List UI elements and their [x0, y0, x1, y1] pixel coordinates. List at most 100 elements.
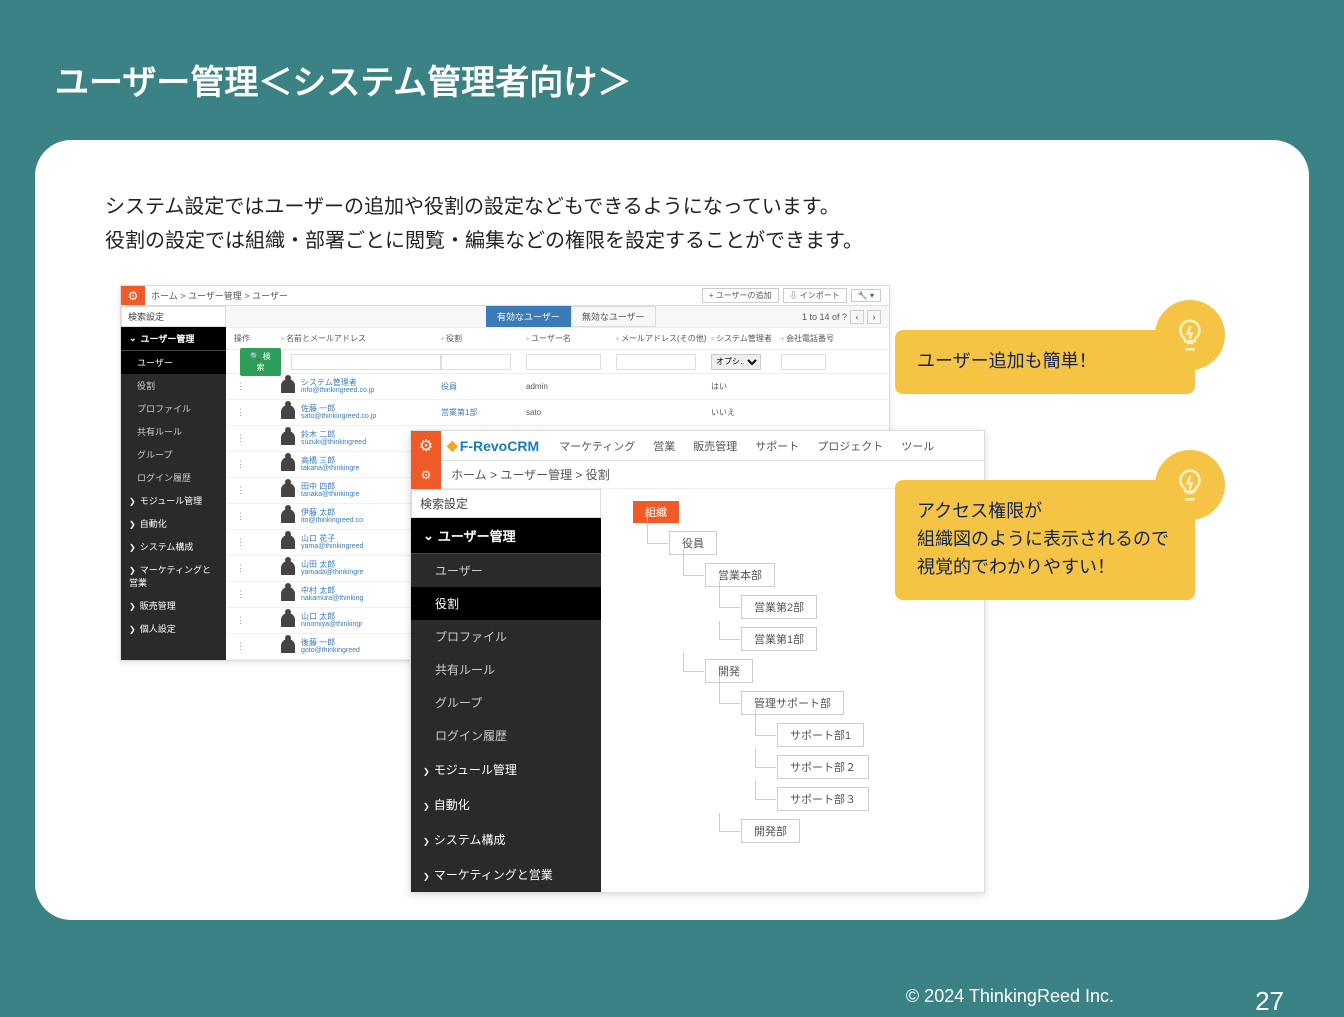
row-handle[interactable]: ⋮ — [226, 589, 281, 600]
nav-item[interactable]: プロジェクト — [817, 438, 883, 454]
add-user-button[interactable]: + ユーザーの追加 — [702, 288, 779, 303]
nav-item[interactable]: サポート — [755, 438, 799, 454]
user-name: 山口 花子 — [301, 535, 363, 543]
sidebar-item[interactable]: ログイン履歴 — [411, 719, 601, 752]
tools-button[interactable]: 🔧 ▾ — [851, 289, 881, 302]
col-name[interactable]: ◦ 名前とメールアドレス — [281, 333, 441, 344]
user-name: システム管理者 — [301, 379, 374, 387]
sidebar-section[interactable]: 自動化 — [411, 787, 601, 822]
gear-icon[interactable]: ⚙ — [411, 461, 441, 489]
sidebar-section[interactable]: システム構成 — [411, 822, 601, 857]
row-handle[interactable]: ⋮ — [226, 433, 281, 444]
sidebar-section[interactable]: マーケティングと営業 — [411, 857, 601, 892]
sidebar-item[interactable]: プロファイル — [121, 397, 226, 420]
lightbulb-icon — [1155, 300, 1225, 370]
tree-node[interactable]: 開発部 — [741, 819, 800, 843]
gear-icon[interactable]: ⚙ — [411, 431, 441, 461]
user-icon — [281, 405, 295, 419]
user-icon — [281, 587, 295, 601]
user-username: admin — [526, 382, 616, 391]
sidebar-item[interactable]: グループ — [411, 686, 601, 719]
slide-title: ユーザー管理＜システム管理者向け＞ — [0, 0, 1344, 104]
filter-mail-input[interactable] — [616, 354, 696, 370]
filter-uname-input[interactable] — [526, 354, 601, 370]
sidebar-section[interactable]: 自動化 — [121, 512, 226, 535]
sidebar-section[interactable]: 個人設定 — [121, 617, 226, 640]
page-prev-button[interactable]: ‹ — [850, 310, 864, 324]
sidebar-item[interactable]: ユーザー — [121, 351, 226, 374]
row-handle[interactable]: ⋮ — [226, 485, 281, 496]
user-icon — [281, 483, 295, 497]
col-tel[interactable]: ◦ 会社電話番号 — [781, 333, 841, 344]
nav-item[interactable]: 販売管理 — [693, 438, 737, 454]
user-email: ito@thinkingreed.co — [301, 517, 363, 524]
tab-active-users[interactable]: 有効なユーザー — [486, 306, 571, 327]
filter-admin-select[interactable]: オプシ… — [711, 354, 761, 370]
user-email: info@thinkingreed.co.jp — [301, 387, 374, 394]
sidebar-item[interactable]: 役割 — [121, 374, 226, 397]
tree-node[interactable]: サポート部1 — [777, 723, 864, 747]
user-icon — [281, 457, 295, 471]
sidebar-item[interactable]: ユーザー — [411, 554, 601, 587]
row-handle[interactable]: ⋮ — [226, 537, 281, 548]
sidebar-section[interactable]: システム構成 — [121, 535, 226, 558]
sidebar-item[interactable]: グループ — [121, 443, 226, 466]
logo-icon: ◆ — [447, 437, 458, 454]
page-next-button[interactable]: › — [867, 310, 881, 324]
row-handle[interactable]: ⋮ — [226, 511, 281, 522]
row-handle[interactable]: ⋮ — [226, 641, 281, 652]
user-name: 高橋 三郎 — [301, 457, 359, 465]
col-admin[interactable]: ◦ システム管理者 — [711, 333, 781, 344]
user-email: sato@thinkingreed.co.jp — [301, 413, 376, 420]
user-name: 中村 太郎 — [301, 587, 363, 595]
copyright: © 2024 ThinkingReed Inc. — [906, 986, 1114, 1007]
sidebar-section[interactable]: 販売管理 — [121, 594, 226, 617]
nav-item[interactable]: 営業 — [653, 438, 675, 454]
sidebar-item[interactable]: 共有ルール — [411, 653, 601, 686]
filter-tel-input[interactable] — [781, 354, 826, 370]
tab-inactive-users[interactable]: 無効なユーザー — [571, 306, 656, 327]
user-admin: いいえ — [711, 407, 781, 418]
sidebar-section-user-mgmt[interactable]: ユーザー管理 — [411, 518, 601, 554]
tree-node[interactable]: 営業第2部 — [741, 595, 817, 619]
sidebar-item[interactable]: プロファイル — [411, 620, 601, 653]
filter-name-input[interactable] — [291, 354, 441, 370]
col-email[interactable]: ◦ メールアドレス(その他) — [616, 333, 711, 344]
nav-item[interactable]: マーケティング — [559, 438, 635, 454]
sidebar-item[interactable]: 役割 — [411, 587, 601, 620]
sidebar-item[interactable]: ログイン履歴 — [121, 466, 226, 489]
import-button[interactable]: ⇩ インポート — [783, 288, 847, 303]
col-username[interactable]: ◦ ユーザー名 — [526, 333, 616, 344]
search-settings[interactable]: 検索設定 — [121, 306, 226, 327]
filter-role-input[interactable] — [441, 354, 511, 370]
col-role[interactable]: ◦ 役割 — [441, 333, 526, 344]
nav-item[interactable]: ツール — [901, 438, 934, 454]
tree-node[interactable]: サポート部３ — [777, 787, 869, 811]
table-row[interactable]: ⋮ システム管理者 info@thinkingreed.co.jp 役員 adm… — [226, 374, 889, 400]
search-settings[interactable]: 検索設定 — [411, 489, 601, 518]
breadcrumb: ホーム > ユーザー管理 > ユーザー — [145, 286, 702, 305]
sidebar-section[interactable]: マーケティングと営業 — [121, 558, 226, 594]
row-handle[interactable]: ⋮ — [226, 563, 281, 574]
row-handle[interactable]: ⋮ — [226, 459, 281, 470]
row-handle[interactable]: ⋮ — [226, 381, 281, 392]
callout-access-tree: アクセス権限が組織図のように表示されるので視覚的でわかりやすい！ — [895, 480, 1195, 600]
user-name: 鈴木 二郎 — [301, 431, 366, 439]
row-handle[interactable]: ⋮ — [226, 615, 281, 626]
tree-node[interactable]: 営業第1部 — [741, 627, 817, 651]
table-row[interactable]: ⋮ 佐藤 一郎 sato@thinkingreed.co.jp 営業第1部 sa… — [226, 400, 889, 426]
sidebar-section-user-mgmt[interactable]: ユーザー管理 — [121, 327, 226, 351]
user-email: nakamura@thinking — [301, 595, 363, 602]
user-icon — [281, 509, 295, 523]
user-admin: はい — [711, 381, 781, 392]
sidebar-section[interactable]: モジュール管理 — [411, 752, 601, 787]
tree-node[interactable]: 営業本部 — [705, 563, 775, 587]
row-handle[interactable]: ⋮ — [226, 407, 281, 418]
sidebar-item[interactable]: 共有ルール — [121, 420, 226, 443]
search-button[interactable]: 🔍 検索 — [240, 348, 281, 376]
tree-node[interactable]: サポート部２ — [777, 755, 869, 779]
gear-icon[interactable]: ⚙ — [121, 286, 145, 305]
sidebar: 検索設定 ユーザー管理 ユーザー役割プロファイル共有ルールグループログイン履歴 … — [121, 306, 226, 660]
user-email: yama@thinkingreed — [301, 543, 363, 550]
sidebar-section[interactable]: モジュール管理 — [121, 489, 226, 512]
